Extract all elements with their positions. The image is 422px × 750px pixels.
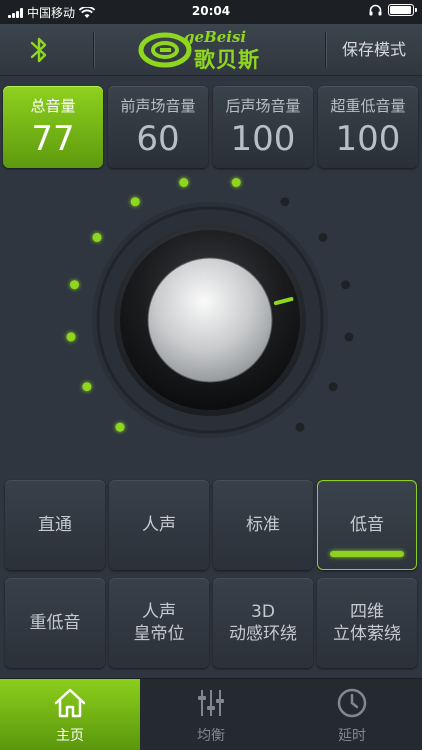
level-dot-lit: [115, 422, 125, 432]
volume-label: 后声场音量: [225, 97, 301, 115]
mode-label: 四维 立体萦绕: [333, 602, 401, 644]
mode-vocal-button[interactable]: 人声: [109, 480, 209, 570]
mode-direct-button[interactable]: 直通: [5, 480, 105, 570]
nav-label: 主页: [56, 728, 84, 744]
mode-label: 标准: [246, 515, 280, 535]
level-dot-off: [280, 197, 290, 207]
save-mode-button[interactable]: 保存模式: [326, 32, 422, 68]
equalizer-icon: [198, 690, 224, 716]
mode-active-indicator: [330, 551, 404, 557]
mode-heavy-bass-button[interactable]: 重低音: [5, 578, 105, 668]
wifi-icon: [79, 6, 96, 18]
volume-label: 总音量: [30, 97, 76, 115]
mode-label: 3D 动感环绕: [229, 602, 297, 644]
nav-delay[interactable]: 延时: [282, 679, 422, 750]
logo-title: 歌贝斯: [194, 48, 260, 72]
signal-icon: [8, 7, 23, 18]
level-dot-lit: [130, 197, 140, 207]
bluetooth-icon: [30, 37, 47, 63]
brand-logo: geBeisi 歌贝斯: [138, 28, 288, 72]
status-right: [369, 4, 417, 16]
bluetooth-button[interactable]: [14, 32, 64, 68]
headphones-icon: [369, 4, 382, 16]
nav-home[interactable]: 主页: [0, 679, 140, 750]
level-dot-off: [344, 332, 354, 342]
volume-value: 60: [136, 119, 180, 159]
level-dot-lit: [92, 232, 102, 242]
status-left: 中国移动: [8, 4, 96, 21]
app-header: geBeisi 歌贝斯 保存模式: [0, 24, 422, 76]
bottom-nav: 主页 均衡 延时: [0, 678, 422, 750]
volume-label: 前声场音量: [120, 97, 196, 115]
level-dot-lit: [66, 332, 76, 342]
level-dot-lit: [70, 280, 79, 290]
level-dot-lit: [179, 178, 189, 187]
header-divider: [93, 32, 94, 68]
rear-volume-box[interactable]: 后声场音量 100: [213, 86, 313, 168]
nav-equalizer[interactable]: 均衡: [141, 679, 281, 750]
volume-value: 100: [335, 119, 401, 159]
knob-cap[interactable]: [147, 257, 273, 383]
level-dot-off: [328, 382, 338, 392]
total-volume-box[interactable]: 总音量 77: [3, 86, 103, 168]
battery-icon: [388, 4, 417, 16]
nav-label: 延时: [338, 728, 366, 744]
mode-label: 重低音: [29, 613, 81, 633]
level-dot-off: [295, 422, 305, 432]
mode-bass-button[interactable]: 低音: [317, 480, 417, 570]
carrier-label: 中国移动: [27, 6, 76, 20]
volume-value: 77: [31, 119, 75, 159]
subwoofer-volume-box[interactable]: 超重低音量 100: [318, 86, 418, 168]
clock-icon: [337, 688, 367, 718]
mode-label: 低音: [350, 515, 384, 535]
level-dot-lit: [82, 382, 92, 392]
battery-fill: [390, 6, 411, 14]
status-bar: 中国移动 20:04: [0, 0, 422, 24]
volume-label: 超重低音量: [330, 97, 406, 115]
mode-label: 人声: [142, 515, 176, 535]
mode-label: 直通: [38, 515, 72, 535]
mode-vocal-emperor-button[interactable]: 人声 皇帝位: [109, 578, 209, 668]
nav-label: 均衡: [197, 728, 225, 744]
mode-standard-button[interactable]: 标准: [213, 480, 313, 570]
mode-3d-surround-button[interactable]: 3D 动感环绕: [213, 578, 313, 668]
volume-knob-svg: [66, 178, 354, 438]
mode-4d-stereo-button[interactable]: 四维 立体萦绕: [317, 578, 417, 668]
front-volume-box[interactable]: 前声场音量 60: [108, 86, 208, 168]
home-icon: [54, 688, 86, 718]
volume-value: 100: [230, 119, 296, 159]
volume-knob-area: [0, 170, 422, 470]
level-dot-off: [341, 280, 350, 290]
level-dot-lit: [231, 178, 241, 187]
level-dot-off: [318, 232, 328, 242]
mode-label: 人声 皇帝位: [133, 602, 185, 644]
